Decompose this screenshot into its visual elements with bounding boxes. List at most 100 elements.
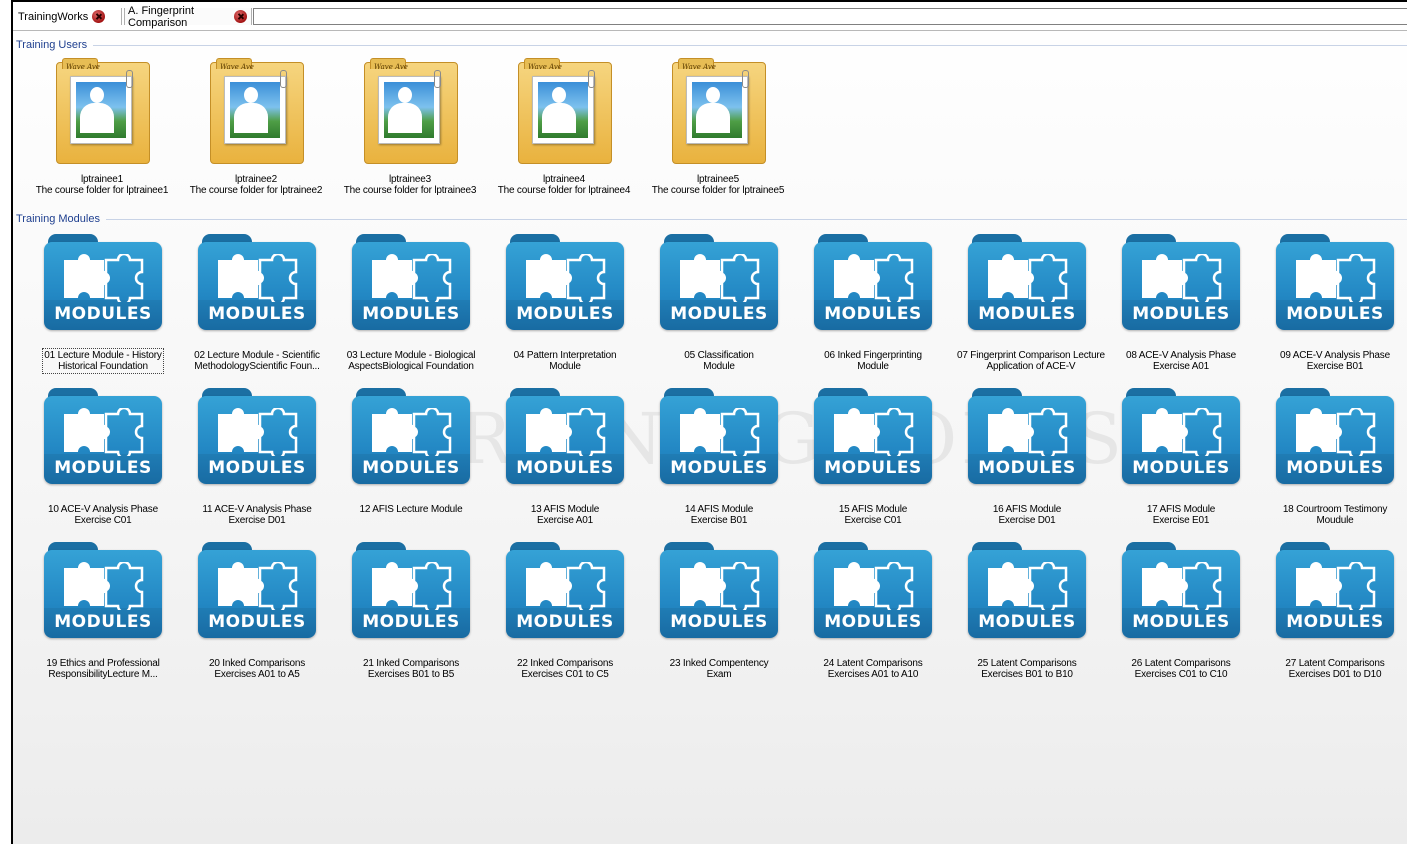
user-description: The course folder for lptrainee1 xyxy=(35,185,169,196)
module-title-line1: 14 AFIS Module xyxy=(684,504,754,515)
module-folder-07[interactable]: MODULES 07 Fingerprint Comparison Lecture… xyxy=(957,234,1105,374)
puzzle-icon xyxy=(1296,562,1376,610)
user-folder-lptrainee1[interactable]: Wave Ave lptrainee1 The course folder for … xyxy=(27,58,177,196)
module-label: 05 Classification Module xyxy=(684,350,754,372)
puzzle-icon xyxy=(218,408,298,456)
divider xyxy=(105,218,1407,220)
module-label: 21 Inked Comparisons Exercises B01 to B5 xyxy=(363,658,459,680)
module-folder-icon: MODULES xyxy=(352,234,470,332)
module-folder-04[interactable]: MODULES 04 Pattern Interpretation Module xyxy=(495,234,635,374)
module-folder-09[interactable]: MODULES 09 ACE-V Analysis Phase Exercise B… xyxy=(1265,234,1405,374)
module-folder-icon: MODULES xyxy=(968,542,1086,640)
divider xyxy=(93,44,1407,46)
module-folder-10[interactable]: MODULES 10 ACE-V Analysis Phase Exercise C… xyxy=(33,388,173,528)
module-title-line2: MethodologyScientific Foun... xyxy=(194,361,320,372)
module-label: 11 ACE-V Analysis Phase Exercise D01 xyxy=(202,504,311,526)
module-title-line1: 02 Lecture Module - Scientific xyxy=(194,350,320,361)
module-title-line2: Exercises B01 to B5 xyxy=(367,669,455,680)
puzzle-icon xyxy=(218,254,298,302)
module-folder-11[interactable]: MODULES 11 ACE-V Analysis Phase Exercise D… xyxy=(187,388,327,528)
module-folder-24[interactable]: MODULES 24 Latent Comparisons Exercises A0… xyxy=(803,542,943,682)
tab-trainingworks[interactable]: TrainingWorks xyxy=(15,8,122,25)
module-title-line1: 21 Inked Comparisons xyxy=(362,658,460,669)
modules-icon-text: MODULES xyxy=(1132,612,1230,632)
modules-icon-text: MODULES xyxy=(54,304,152,324)
modules-icon-text: MODULES xyxy=(362,458,460,478)
module-folder-19[interactable]: MODULES 19 Ethics and Professional Respons… xyxy=(33,542,173,682)
training-modules-header: Training Modules xyxy=(16,212,1407,226)
module-folder-13[interactable]: MODULES 13 AFIS Module Exercise A01 xyxy=(495,388,635,528)
puzzle-icon xyxy=(64,562,144,610)
modules-icon-text: MODULES xyxy=(824,612,922,632)
module-label: 13 AFIS Module Exercise A01 xyxy=(531,504,600,526)
modules-icon-text: MODULES xyxy=(670,458,768,478)
module-label: 17 AFIS Module Exercise E01 xyxy=(1147,504,1216,526)
module-folder-icon: MODULES xyxy=(198,388,316,486)
modules-icon-text: MODULES xyxy=(516,612,614,632)
folder-caption: Wave Ave xyxy=(220,63,254,71)
tab-label: A. Fingerprint Comparison xyxy=(128,4,195,29)
module-title-line1: 01 Lecture Module - History xyxy=(44,350,162,361)
module-label: 01 Lecture Module - History Historical Fo… xyxy=(42,348,164,374)
puzzle-icon xyxy=(1142,408,1222,456)
tab-fingerprint-comparison[interactable]: A. Fingerprint Comparison xyxy=(124,5,252,29)
module-folder-23[interactable]: MODULES 23 Inked Compentency Exam xyxy=(649,542,789,682)
user-folder-lptrainee5[interactable]: Wave Ave lptrainee5 The course folder for … xyxy=(643,58,793,196)
user-folder-lptrainee2[interactable]: Wave Ave lptrainee2 The course folder for … xyxy=(181,58,331,196)
module-folder-03[interactable]: MODULES 03 Lecture Module - Biological Asp… xyxy=(341,234,481,374)
module-folder-25[interactable]: MODULES 25 Latent Comparisons Exercises B0… xyxy=(957,542,1097,682)
module-folder-icon: MODULES xyxy=(506,388,624,486)
module-folder-18[interactable]: MODULES 18 Courtroom Testimony Moudule xyxy=(1265,388,1405,528)
folder-caption: Wave Ave xyxy=(66,63,100,71)
user-description: The course folder for lptrainee2 xyxy=(189,185,323,196)
module-title-line2: Exercise B01 xyxy=(1306,361,1364,372)
module-title-line2: Module xyxy=(549,361,581,372)
module-folder-05[interactable]: MODULES 05 Classification Module xyxy=(649,234,789,374)
user-name: lptrainee3 xyxy=(389,174,431,185)
module-folder-icon: MODULES xyxy=(506,234,624,332)
module-folder-14[interactable]: MODULES 14 AFIS Module Exercise B01 xyxy=(649,388,789,528)
puzzle-icon xyxy=(372,562,452,610)
user-folder-label: lptrainee2 The course folder for lptraine… xyxy=(181,174,331,196)
module-title-line2: Exercise D01 xyxy=(228,515,286,526)
module-label: 12 AFIS Lecture Module xyxy=(360,504,463,515)
module-title-line2: Exercise A01 xyxy=(1153,361,1209,372)
user-folder-icon: Wave Ave xyxy=(54,58,150,166)
module-folder-26[interactable]: MODULES 26 Latent Comparisons Exercises C0… xyxy=(1111,542,1251,682)
puzzle-icon xyxy=(1296,408,1376,456)
module-folder-01[interactable]: MODULES 01 Lecture Module - History Histor… xyxy=(33,234,173,374)
module-folder-icon: MODULES xyxy=(198,542,316,640)
module-folder-15[interactable]: MODULES 15 AFIS Module Exercise C01 xyxy=(803,388,943,528)
module-folder-16[interactable]: MODULES 16 AFIS Module Exercise D01 xyxy=(957,388,1097,528)
module-title-line2: Exercises B01 to B10 xyxy=(981,669,1073,680)
puzzle-icon xyxy=(526,562,606,610)
user-name: lptrainee4 xyxy=(543,174,585,185)
module-folder-17[interactable]: MODULES 17 AFIS Module Exercise E01 xyxy=(1111,388,1251,528)
puzzle-icon xyxy=(834,254,914,302)
module-folder-06[interactable]: MODULES 06 Inked Fingerprinting Module xyxy=(803,234,943,374)
modules-icon-text: MODULES xyxy=(362,612,460,632)
module-label: 09 ACE-V Analysis Phase Exercise B01 xyxy=(1280,350,1390,372)
user-folder-lptrainee3[interactable]: Wave Ave lptrainee3 The course folder for … xyxy=(335,58,485,196)
module-title-line1: 08 ACE-V Analysis Phase xyxy=(1126,350,1236,361)
module-folder-27[interactable]: MODULES 27 Latent Comparisons Exercises D0… xyxy=(1265,542,1405,682)
user-folder-label: lptrainee1 The course folder for lptraine… xyxy=(27,174,177,196)
close-icon[interactable] xyxy=(92,10,106,23)
user-folder-lptrainee4[interactable]: Wave Ave lptrainee4 The course folder for … xyxy=(489,58,639,196)
module-label: 04 Pattern Interpretation Module xyxy=(514,350,617,372)
module-folder-12[interactable]: MODULES 12 AFIS Lecture Module xyxy=(341,388,481,517)
module-folder-21[interactable]: MODULES 21 Inked Comparisons Exercises B01… xyxy=(341,542,481,682)
module-folder-20[interactable]: MODULES 20 Inked Comparisons Exercises A01… xyxy=(187,542,327,682)
close-icon[interactable] xyxy=(234,10,247,23)
module-folder-22[interactable]: MODULES 22 Inked Comparisons Exercises C01… xyxy=(495,542,635,682)
module-folder-02[interactable]: MODULES 02 Lecture Module - Scientific Met… xyxy=(187,234,327,374)
module-title-line2: Exercises C01 to C5 xyxy=(521,669,609,680)
module-folder-08[interactable]: MODULES 08 ACE-V Analysis Phase Exercise A… xyxy=(1111,234,1251,374)
module-label: 08 ACE-V Analysis Phase Exercise A01 xyxy=(1126,350,1236,372)
module-folder-icon: MODULES xyxy=(44,388,162,486)
module-folder-icon: MODULES xyxy=(814,234,932,332)
module-folder-icon: MODULES xyxy=(660,542,778,640)
modules-icon-text: MODULES xyxy=(54,458,152,478)
modules-icon-text: MODULES xyxy=(516,304,614,324)
module-label: 16 AFIS Module Exercise D01 xyxy=(993,504,1062,526)
